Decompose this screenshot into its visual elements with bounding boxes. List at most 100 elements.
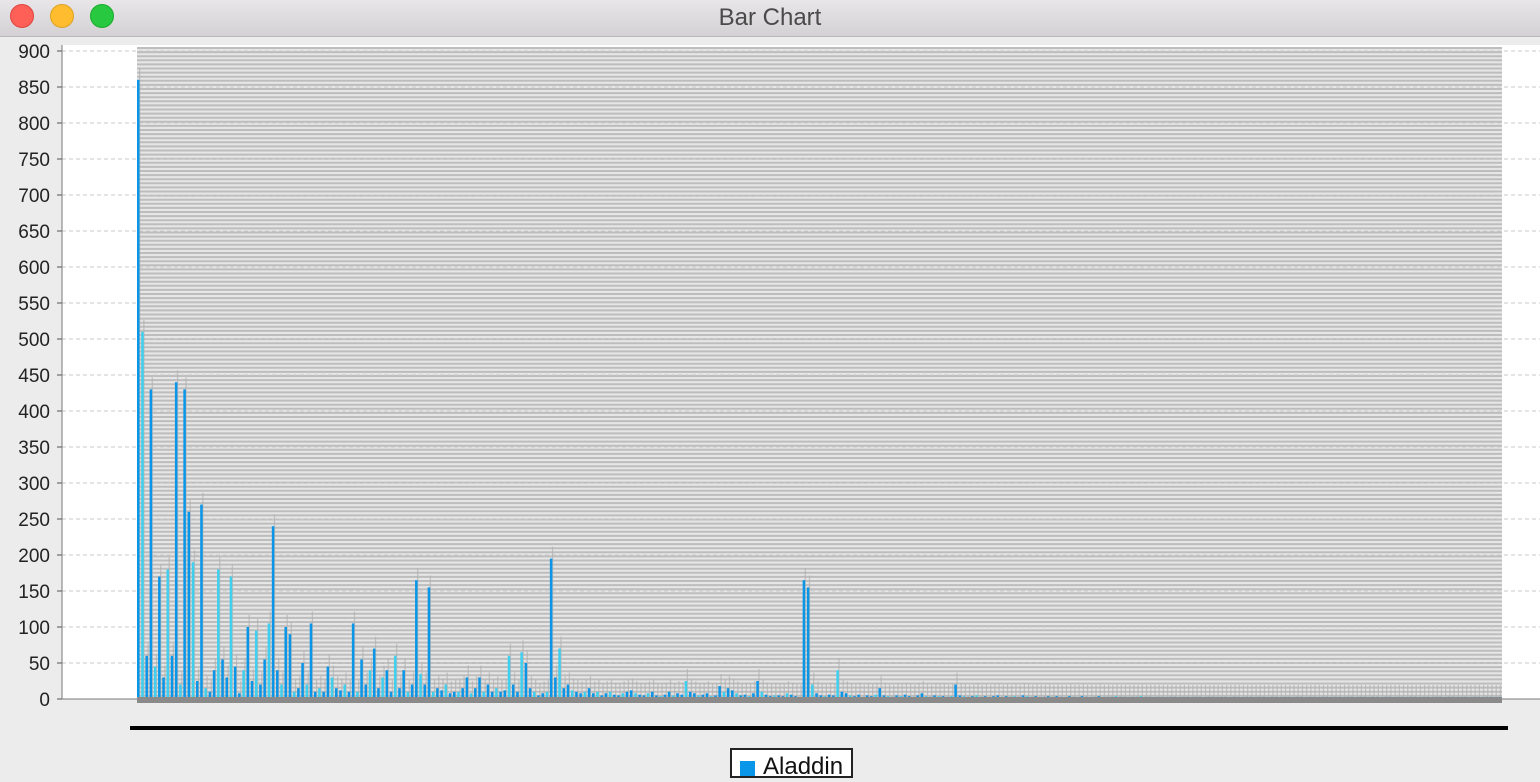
y-tick-label: 50 <box>29 654 50 675</box>
window-titlebar: Bar Chart <box>0 0 1540 37</box>
bar <box>478 677 481 699</box>
bar <box>242 670 245 699</box>
bar <box>153 666 157 699</box>
bar <box>284 627 287 699</box>
chart-panel: 0 50 100 150 200 250 300 350 400 450 500 550 600 650 7… <box>0 37 1540 772</box>
y-tick-label: 900 <box>18 42 50 63</box>
bar <box>326 666 330 699</box>
bar <box>305 684 309 699</box>
bar <box>554 677 557 699</box>
bar <box>811 684 814 699</box>
bar <box>558 648 561 699</box>
bar <box>684 681 688 699</box>
bar <box>170 655 174 699</box>
bar <box>330 677 334 699</box>
bar <box>267 623 271 699</box>
bar <box>423 684 427 699</box>
y-tick-label: 200 <box>18 546 50 567</box>
y-tick-label: 800 <box>18 114 50 135</box>
bar <box>954 684 957 699</box>
bar <box>802 580 806 699</box>
bar <box>166 569 170 699</box>
bar <box>549 558 553 699</box>
bar <box>524 663 528 699</box>
bar <box>259 684 262 699</box>
bar <box>385 670 389 699</box>
y-tick-label: 350 <box>18 438 50 459</box>
window-title: Bar Chart <box>718 4 822 31</box>
bar <box>183 389 186 699</box>
bar <box>280 684 283 699</box>
bar <box>368 670 372 699</box>
y-tick-label: 600 <box>18 258 50 279</box>
bar <box>360 659 363 699</box>
bar <box>162 677 165 699</box>
bar <box>221 659 224 699</box>
y-tick-label: 400 <box>18 402 50 423</box>
y-tick-label: 450 <box>18 366 50 387</box>
legend-swatch-aladdin <box>740 760 755 776</box>
bar <box>444 684 448 699</box>
bar <box>195 681 199 699</box>
bar <box>364 684 368 699</box>
y-tick-label: 650 <box>18 222 50 243</box>
bar <box>217 569 220 699</box>
bar <box>200 504 203 699</box>
bar <box>372 648 376 699</box>
bar <box>250 681 254 699</box>
bar <box>233 666 237 699</box>
bar <box>179 684 182 699</box>
bar <box>410 684 414 699</box>
y-tick-label: 550 <box>18 294 50 315</box>
bar <box>511 684 515 699</box>
legend-label-aladdin: Aladdin <box>763 753 844 780</box>
legend: Aladdin <box>730 748 854 780</box>
bar <box>187 511 191 699</box>
bar <box>520 652 523 699</box>
bar <box>566 684 570 699</box>
bar <box>402 670 405 699</box>
bar <box>141 331 144 699</box>
bar <box>465 677 469 699</box>
y-tick-label: 250 <box>18 510 50 531</box>
bar <box>174 382 178 699</box>
bar-base <box>137 697 1502 703</box>
bar <box>836 670 839 699</box>
bar <box>806 587 810 699</box>
bar <box>229 576 233 699</box>
bar <box>301 663 304 699</box>
y-tick-label: 100 <box>18 618 50 639</box>
bar <box>415 580 418 699</box>
bar <box>158 576 161 699</box>
bar <box>254 630 258 699</box>
bar <box>288 634 292 699</box>
bar <box>343 684 346 699</box>
y-tick-label: 150 <box>18 582 50 603</box>
bar <box>137 79 140 700</box>
bar <box>309 623 313 699</box>
bar <box>486 684 490 699</box>
bar <box>351 623 355 699</box>
bar <box>419 673 422 699</box>
bar <box>246 627 250 699</box>
y-tick-label: 700 <box>18 186 50 207</box>
bar <box>381 677 384 699</box>
bar <box>271 526 275 699</box>
bar <box>149 389 153 699</box>
bar <box>393 655 397 699</box>
grid-lines <box>62 45 1540 700</box>
bar <box>212 670 216 699</box>
y-tick-label: 500 <box>18 330 50 351</box>
bar <box>225 677 228 699</box>
y-tick-label: 300 <box>18 474 50 495</box>
bar <box>263 659 266 699</box>
bar <box>276 670 279 699</box>
bar <box>191 562 195 699</box>
bar <box>145 655 148 699</box>
bar <box>756 681 759 699</box>
y-tick-label: 850 <box>18 78 50 99</box>
y-tick-label: 750 <box>18 150 50 171</box>
y-tick-label: 0 <box>39 690 50 711</box>
bar <box>427 587 431 699</box>
bar-chart: 0 50 100 150 200 250 300 350 400 450 500 550 600 650 7… <box>18 42 1540 730</box>
